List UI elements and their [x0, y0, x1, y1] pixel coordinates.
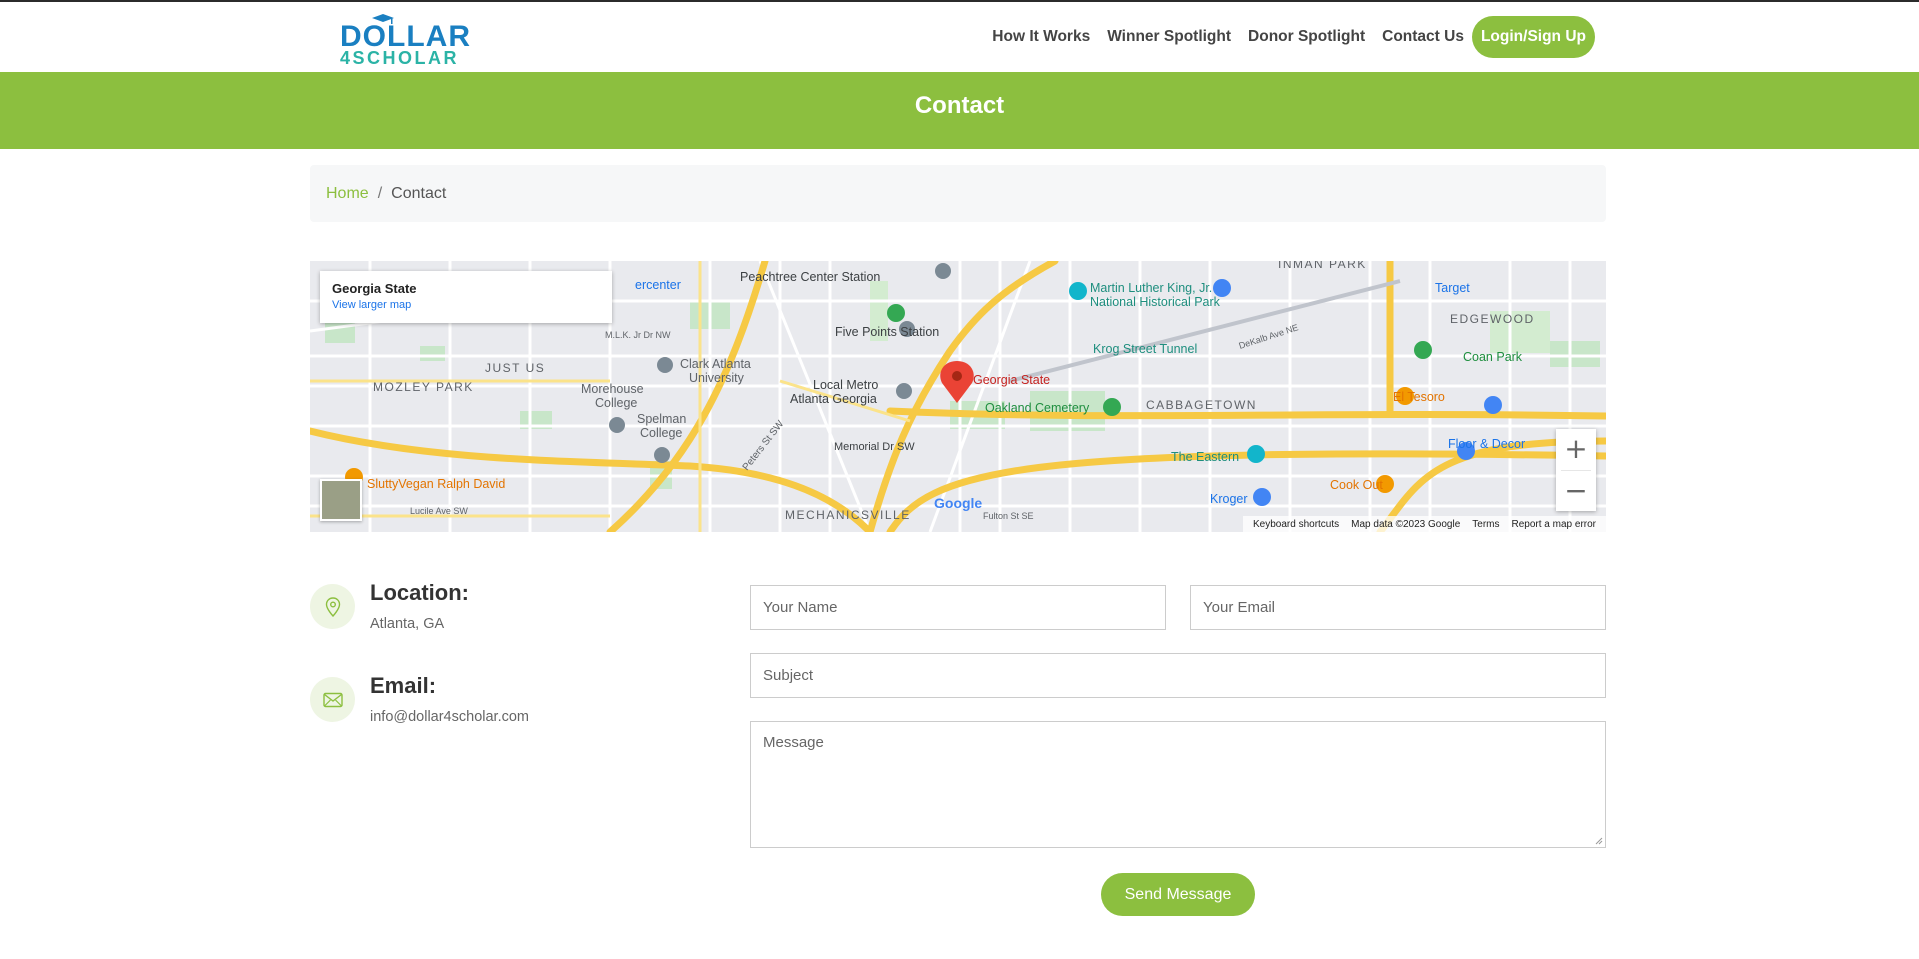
- nav-link-contact-us[interactable]: Contact Us: [1382, 28, 1464, 46]
- map-label-kroger: Kroger: [1210, 492, 1248, 506]
- map-label-fulton: Fulton St SE: [983, 511, 1034, 521]
- name-input[interactable]: Your Name: [750, 585, 1166, 630]
- zoom-in-button[interactable]: +: [1556, 429, 1596, 470]
- terms-link[interactable]: Terms: [1472, 519, 1499, 530]
- map-label-cabbagetown: CABBAGETOWN: [1146, 398, 1257, 412]
- resize-handle-icon[interactable]: [1595, 837, 1603, 845]
- navbar: DOLLAR 4SCHOLAR How It Works Winner Spot…: [0, 2, 1919, 72]
- map-label-clark: Clark Atlanta: [680, 357, 751, 371]
- map-label-local-metro: Local Metro: [813, 378, 878, 392]
- view-larger-map-link[interactable]: View larger map: [332, 299, 600, 311]
- page-banner: Contact: [0, 72, 1919, 149]
- breadcrumb: Home / Contact: [310, 165, 1606, 222]
- map-label-target: Target: [1435, 281, 1470, 295]
- keyboard-shortcuts-link[interactable]: Keyboard shortcuts: [1253, 519, 1339, 530]
- map-label-morehouse-2: College: [595, 396, 637, 410]
- page-title: Contact: [914, 92, 1005, 119]
- report-map-error-link[interactable]: Report a map error: [1512, 519, 1596, 530]
- breadcrumb-current: Contact: [391, 184, 447, 202]
- map-place-card: Georgia State View larger map: [320, 271, 612, 323]
- map-label-just-us: JUST US: [485, 361, 545, 375]
- subject-input[interactable]: Subject: [750, 653, 1606, 698]
- map-label-mlk-dr: M.L.K. Jr Dr NW: [605, 330, 671, 340]
- map-label-edgewood: EDGEWOOD: [1450, 312, 1535, 326]
- breadcrumb-separator: /: [377, 184, 383, 202]
- map-marker-icon: [310, 584, 355, 629]
- location-text: Atlanta, GA: [370, 616, 445, 632]
- map-label-mlk-park: Martin Luther King, Jr.: [1090, 281, 1212, 295]
- map-label-memorial: Memorial Dr SW: [834, 441, 915, 453]
- message-placeholder: Message: [763, 734, 824, 751]
- map-label-morehouse: Morehouse: [581, 382, 644, 396]
- map-label-cook-out: Cook Out: [1330, 478, 1383, 492]
- map-label-krog: Krog Street Tunnel: [1093, 342, 1197, 356]
- map-label-slutty: SluttyVegan Ralph David: [367, 477, 505, 491]
- map-label-lucile: Lucile Ave SW: [410, 506, 468, 516]
- map-label-inman: INMAN PARK: [1278, 261, 1367, 271]
- location-title: Location:: [370, 580, 469, 605]
- send-message-button[interactable]: Send Message: [1101, 873, 1255, 916]
- site-logo[interactable]: DOLLAR 4SCHOLAR: [340, 10, 470, 68]
- map-label-five-points: Five Points Station: [835, 325, 939, 339]
- message-textarea[interactable]: Message: [750, 721, 1606, 848]
- envelope-icon: [310, 677, 355, 722]
- email-title: Email:: [370, 673, 437, 698]
- breadcrumb-home-link[interactable]: Home: [326, 185, 369, 203]
- logo-line-2: 4SCHOLAR: [340, 48, 460, 68]
- nav-link-donor-spotlight[interactable]: Donor Spotlight: [1248, 28, 1365, 46]
- map-data-credit: Map data ©2023 Google: [1351, 518, 1461, 530]
- email-text: info@dollar4scholar.com: [370, 709, 529, 725]
- map-zoom-controls: + −: [1556, 429, 1596, 511]
- map-label-spelman-2: College: [640, 426, 682, 440]
- map-label-el-tesoro: El Tesoro: [1393, 390, 1445, 404]
- map-label-center: ercenter: [635, 278, 681, 292]
- nav-link-winner-spotlight[interactable]: Winner Spotlight: [1107, 28, 1231, 46]
- map-label-coan: Coan Park: [1463, 350, 1523, 364]
- map-label-floor-decor: Floor & Decor: [1448, 437, 1525, 451]
- map-footer: Keyboard shortcuts Map data ©2023 Google…: [1242, 516, 1606, 532]
- map-label-mlk-park-2: National Historical Park: [1090, 295, 1221, 309]
- map-label-spelman: Spelman: [637, 412, 686, 426]
- email-input[interactable]: Your Email: [1190, 585, 1606, 630]
- login-signup-button[interactable]: Login/Sign Up: [1471, 16, 1595, 58]
- google-logo: Google: [934, 495, 983, 511]
- map-label-mechanicsville: MECHANICSVILLE: [785, 508, 911, 522]
- map-label-georgia-state: Georgia State: [973, 373, 1050, 387]
- map-label-oakland: Oakland Cemetery: [985, 401, 1090, 415]
- zoom-out-button[interactable]: −: [1556, 471, 1596, 512]
- map-label-peachtree: Peachtree Center Station: [740, 270, 880, 284]
- map-label-clark-2: University: [689, 371, 745, 385]
- map-label-the-eastern: The Eastern: [1171, 450, 1239, 464]
- satellite-toggle-thumbnail[interactable]: [320, 479, 362, 521]
- map-place-name: Georgia State: [332, 281, 417, 296]
- map-label-mozley: MOZLEY PARK: [373, 380, 474, 394]
- embedded-map[interactable]: Peachtree Center Station ercenter Five P…: [310, 261, 1606, 532]
- nav-link-how-it-works[interactable]: How It Works: [992, 28, 1090, 46]
- nav-menu: How It Works Winner Spotlight Donor Spot…: [975, 16, 1595, 58]
- map-label-local-metro-2: Atlanta Georgia: [790, 392, 877, 406]
